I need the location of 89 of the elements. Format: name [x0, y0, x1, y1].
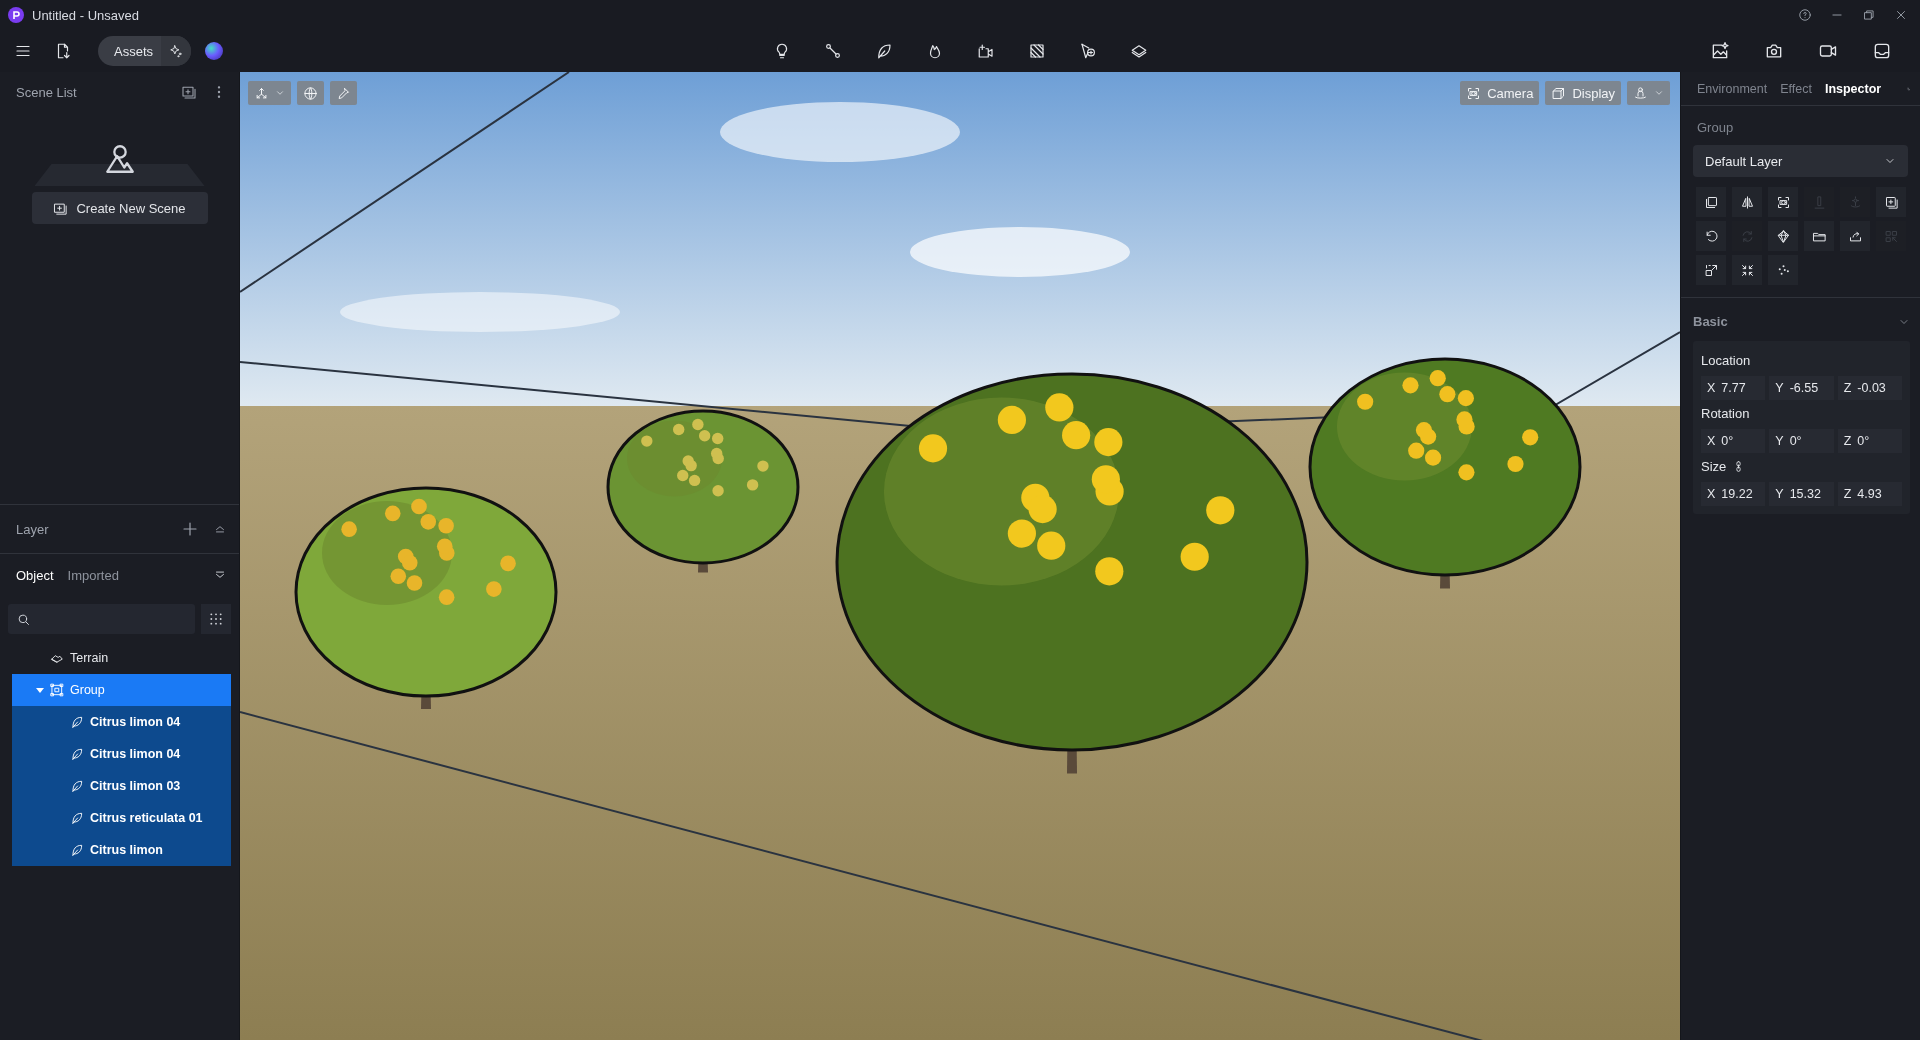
person-icon [1633, 85, 1648, 101]
inbox-tray-icon[interactable] [1872, 41, 1892, 61]
panel-title: Layer [16, 521, 50, 537]
app-logo-icon [8, 7, 24, 23]
tree-item[interactable]: Terrain [12, 642, 231, 674]
collapse-tool-button[interactable] [1732, 255, 1762, 285]
section-title: Basic [1693, 314, 1729, 329]
window-title: Untitled - Unsaved [32, 7, 140, 23]
layers-icon[interactable] [1129, 42, 1148, 60]
expanded-caret-icon[interactable] [36, 687, 44, 693]
group-icon [50, 683, 64, 697]
mirror-tool-button[interactable] [1732, 187, 1762, 217]
undo-tool-button[interactable] [1696, 221, 1726, 251]
folder-tool-button[interactable] [1804, 221, 1834, 251]
panel-tab[interactable]: Inspector [1824, 81, 1882, 96]
number-field[interactable]: Y 15.32 [1769, 482, 1834, 506]
leaf-icon [70, 811, 84, 825]
camera-plus-icon[interactable] [976, 42, 995, 60]
number-field[interactable]: Y -6.55 [1769, 376, 1834, 400]
grid-icon [1883, 228, 1899, 244]
panel-tab[interactable]: Environment [1697, 81, 1768, 96]
orchard-scene-drawing[interactable] [240, 72, 1680, 1040]
focus-icon [1775, 194, 1791, 210]
number-field[interactable]: X 19.22 [1701, 482, 1766, 506]
search-field[interactable] [8, 604, 195, 634]
number-field[interactable]: Z 4.93 [1837, 482, 1902, 506]
close-icon[interactable] [1894, 8, 1908, 22]
add-icon [1883, 194, 1899, 210]
duplicate-icon [1703, 194, 1719, 210]
gradient-orb-icon[interactable] [205, 42, 223, 60]
panel-tab[interactable]: Imported [67, 567, 119, 583]
create-new-scene-button[interactable]: Create New Scene [31, 192, 208, 224]
tree-item[interactable]: Citrus limon [12, 834, 231, 866]
add-icon[interactable] [181, 520, 199, 538]
undo-icon [1703, 228, 1719, 244]
number-field[interactable]: Z 0° [1837, 429, 1902, 453]
globe-icon [303, 85, 318, 101]
chevron-down-icon [275, 88, 285, 98]
panel-tab[interactable]: Effect [1780, 81, 1812, 96]
number-field[interactable]: Y 0° [1769, 429, 1834, 453]
ai-sparkle-button[interactable] [161, 36, 191, 66]
scale-tool-button[interactable] [1696, 255, 1726, 285]
hatched-square-icon[interactable] [1027, 42, 1046, 60]
panel-title: Scene List [16, 84, 78, 100]
eyedropper-button[interactable] [330, 81, 357, 105]
number-field[interactable]: Z -0.03 [1837, 376, 1902, 400]
share-tool-button[interactable] [1840, 221, 1870, 251]
cube-icon [1551, 85, 1567, 101]
leaf-icon [70, 843, 84, 857]
field-group-label: Rotation [1701, 406, 1750, 421]
cursor-plus-icon[interactable] [1078, 42, 1097, 60]
add-scene-icon [53, 200, 69, 216]
section-label: Group [1696, 120, 1735, 135]
node-path-icon[interactable] [823, 42, 842, 60]
number-field[interactable]: X 7.77 [1701, 376, 1766, 400]
leaf-icon [70, 779, 84, 793]
crystal-tool-button[interactable] [1768, 221, 1798, 251]
field-group-label: Size [1701, 459, 1727, 474]
leaf-icon [70, 715, 84, 729]
mirror-icon [1739, 194, 1755, 210]
grid-view-button[interactable] [201, 604, 231, 634]
number-field[interactable]: X 0° [1701, 429, 1766, 453]
tree-item[interactable]: Group [12, 674, 231, 706]
focus-camera-icon [1466, 85, 1482, 101]
crystal-icon [1775, 228, 1791, 244]
sparkle-icon [169, 44, 183, 58]
field-group-label: Location [1701, 353, 1751, 368]
collapse-icon [1739, 262, 1755, 278]
chevron-down-icon [1654, 88, 1664, 98]
scale-icon [1703, 262, 1719, 278]
add-scene-icon[interactable] [181, 84, 197, 100]
dots-grid-icon [208, 611, 224, 627]
restore-icon[interactable] [1862, 8, 1876, 22]
tree-item[interactable]: Citrus limon 04 [12, 706, 231, 738]
gizmo-icon [254, 85, 269, 101]
image-sparkle-icon[interactable] [1710, 41, 1730, 61]
share-icon [1847, 228, 1863, 244]
layer-select[interactable]: Default Layer [1693, 145, 1908, 177]
leaf-icon [70, 747, 84, 761]
tree-item[interactable]: Citrus reticulata 01 [12, 802, 231, 834]
help-icon[interactable] [1798, 8, 1812, 22]
tree-item[interactable]: Citrus limon 03 [12, 770, 231, 802]
duplicate-tool-button[interactable] [1696, 187, 1726, 217]
globe-button[interactable] [297, 81, 324, 105]
eyedropper-icon [336, 85, 351, 101]
panel-tab[interactable]: Object [16, 567, 54, 583]
focus-tool-button[interactable] [1768, 187, 1798, 217]
add-tool-button[interactable] [1876, 187, 1906, 217]
tree-item[interactable]: Citrus limon 04 [12, 738, 231, 770]
